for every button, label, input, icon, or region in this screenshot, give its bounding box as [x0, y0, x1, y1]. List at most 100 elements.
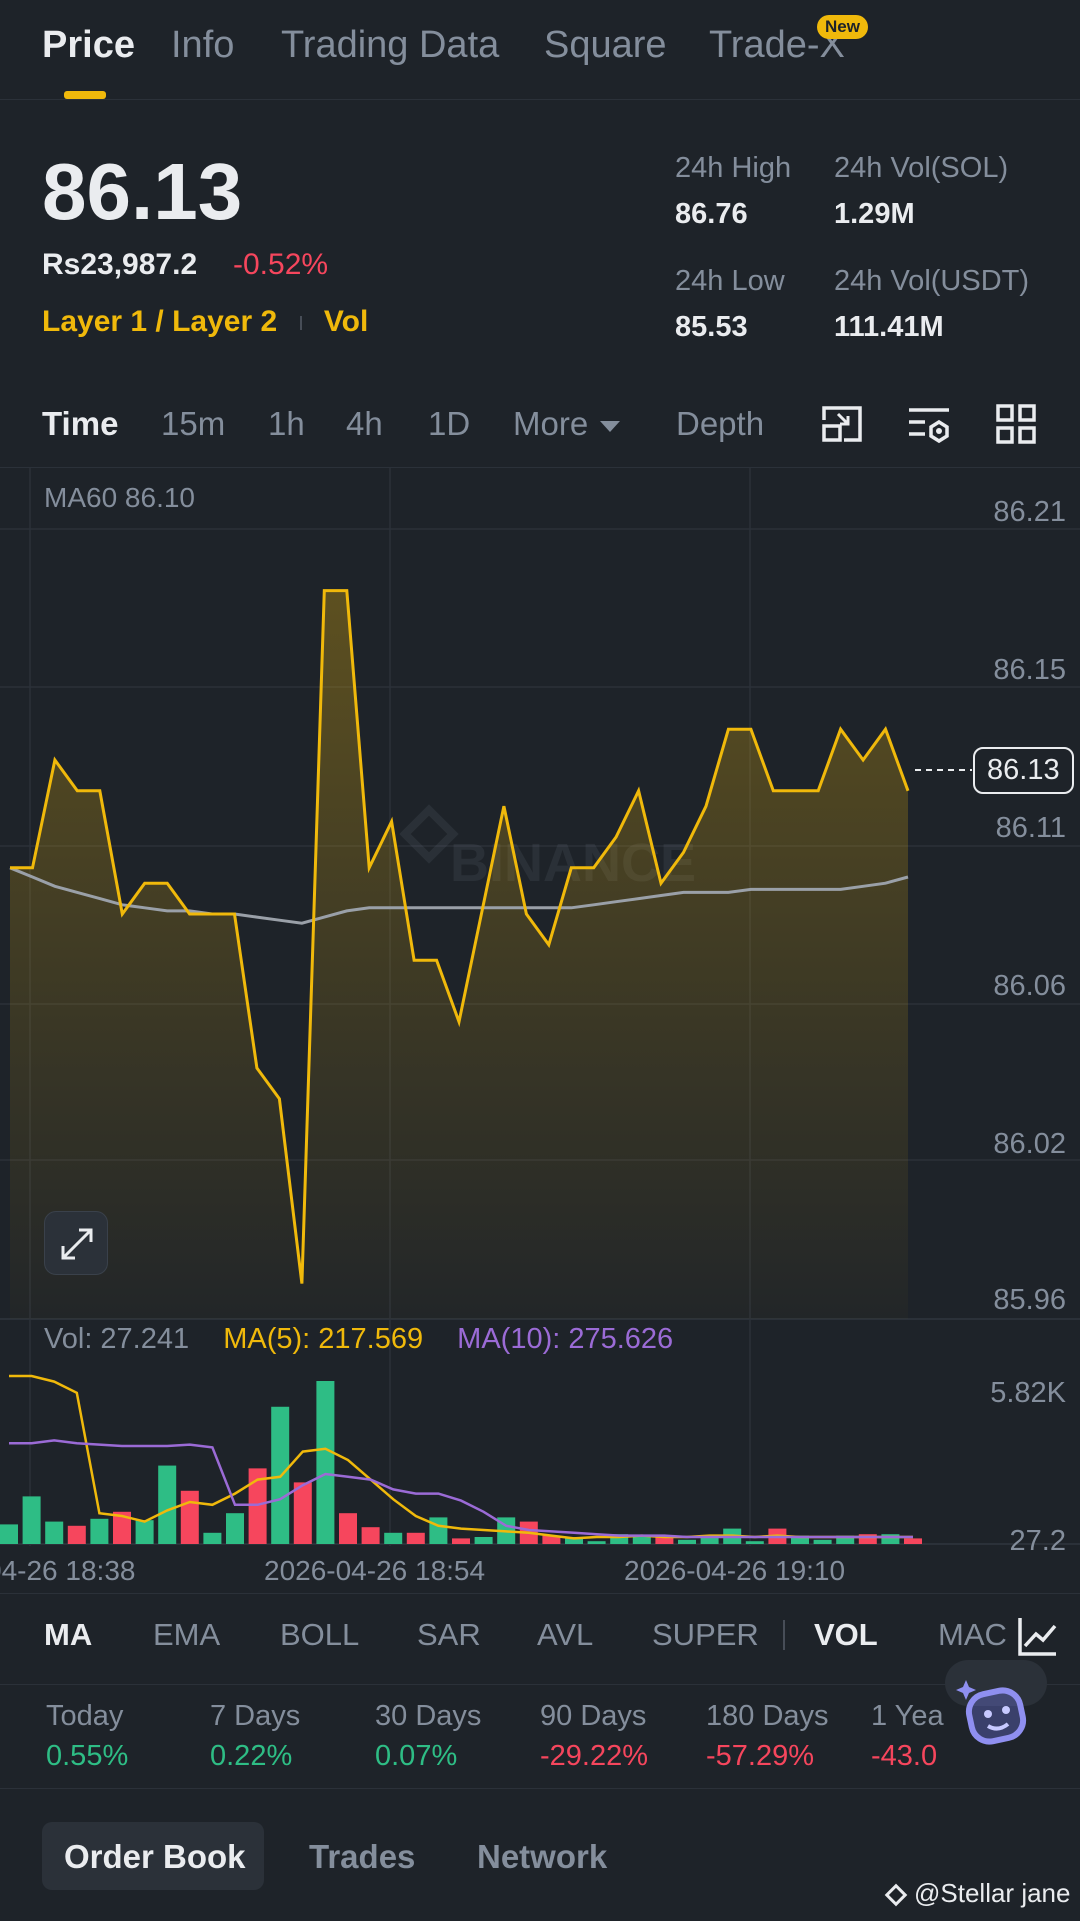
- indicator-ma[interactable]: MA: [44, 1617, 92, 1653]
- interval-1h[interactable]: 1h: [268, 405, 305, 443]
- diamond-logo-icon: [884, 1883, 908, 1907]
- fullscreen-icon[interactable]: [818, 400, 866, 448]
- perf-label: 90 Days: [540, 1700, 647, 1732]
- tab-network[interactable]: Network: [477, 1838, 607, 1876]
- indicator-ema[interactable]: EMA: [153, 1617, 220, 1653]
- indicator-divider: [783, 1620, 785, 1650]
- indicator-settings-icon[interactable]: [1016, 1614, 1060, 1658]
- volume-bar: [474, 1536, 493, 1544]
- tab-order-book[interactable]: Order Book: [64, 1838, 246, 1876]
- interval-time[interactable]: Time: [42, 405, 118, 443]
- volume-bar: [429, 1517, 448, 1544]
- volume-bar: [158, 1465, 177, 1544]
- volume-bar: [587, 1541, 606, 1544]
- top-tab-bar: Price Info Trading Data Square Trade-X N…: [0, 0, 1080, 100]
- perf-label: Today: [46, 1700, 124, 1732]
- perf-value: -29.22%: [540, 1740, 649, 1772]
- volume-bar: [452, 1538, 470, 1544]
- perf-label: 1 Yea: [871, 1700, 944, 1732]
- change-percent: -0.52%: [233, 248, 329, 281]
- chart-canvas[interactable]: BINANCE: [0, 468, 1080, 1594]
- y-tick: 85.96: [993, 1284, 1066, 1316]
- tab-price[interactable]: Price: [42, 24, 135, 67]
- price-chart[interactable]: BINANCE MA60 86.10 86.21 86.15 86.11 86.…: [0, 467, 1080, 1593]
- interval-more[interactable]: More: [513, 405, 621, 443]
- high-value: 86.76: [675, 198, 748, 230]
- current-price-tag: 86.13: [973, 747, 1074, 794]
- volume-bar: [22, 1496, 41, 1544]
- credit-watermark: @Stellar jane: [884, 1878, 1071, 1909]
- new-badge: New: [817, 15, 868, 39]
- tag-layer[interactable]: Layer 1 / Layer 2: [42, 305, 277, 338]
- ai-assistant-icon[interactable]: [954, 1676, 1034, 1750]
- indicator-vol[interactable]: VOL: [814, 1617, 878, 1653]
- tab-trades[interactable]: Trades: [309, 1838, 415, 1876]
- interval-1d[interactable]: 1D: [428, 405, 470, 443]
- volume-bar: [813, 1539, 832, 1544]
- tab-info[interactable]: Info: [171, 24, 234, 67]
- volume-bar: [339, 1513, 357, 1544]
- volume-bar: [904, 1538, 922, 1544]
- tab-trading-data[interactable]: Trading Data: [281, 24, 499, 67]
- volume-bar: [361, 1527, 380, 1544]
- low-value: 85.53: [675, 311, 748, 343]
- volume-bar: [632, 1536, 651, 1544]
- vol-quote-label: 24h Vol(USDT): [834, 265, 1030, 297]
- chart-settings-icon[interactable]: [905, 400, 953, 448]
- volume-bar: [67, 1525, 86, 1544]
- ma5-legend: MA(5): 217.569: [223, 1323, 424, 1355]
- volume-bar: [384, 1532, 403, 1544]
- perf-value: 0.22%: [210, 1740, 293, 1772]
- vol-value-label: Vol: 27.241: [44, 1323, 190, 1355]
- price-area-fill: [10, 590, 908, 1319]
- perf-label: 7 Days: [210, 1700, 301, 1732]
- high-label: 24h High: [675, 152, 792, 184]
- tab-square[interactable]: Square: [544, 24, 667, 67]
- volume-bar: [881, 1534, 900, 1544]
- vol-ma5-line: [9, 1374, 913, 1540]
- volume-bar: [316, 1381, 335, 1544]
- expand-icon: [61, 1228, 93, 1260]
- caret-down-icon: [600, 420, 621, 432]
- volume-bar: [203, 1532, 222, 1544]
- volume-bar: [745, 1541, 764, 1544]
- perf-label: 30 Days: [375, 1700, 482, 1732]
- volume-bar: [678, 1539, 696, 1544]
- indicator-boll[interactable]: BOLL: [280, 1617, 359, 1653]
- low-label: 24h Low: [675, 265, 785, 297]
- volume-bar: [45, 1521, 64, 1544]
- indicator-sar[interactable]: SAR: [417, 1617, 481, 1653]
- credit-text: @Stellar jane: [914, 1878, 1071, 1908]
- perf-value: 0.07%: [375, 1740, 458, 1772]
- indicator-avl[interactable]: AVL: [537, 1617, 593, 1653]
- active-tab-indicator: [64, 91, 106, 99]
- perf-value: -57.29%: [706, 1740, 815, 1772]
- volume-bar: [0, 1524, 18, 1544]
- interval-15m[interactable]: 15m: [161, 405, 225, 443]
- y-tick: 86.15: [993, 654, 1066, 686]
- last-price: 86.13: [42, 147, 243, 236]
- x-tick: 2026-04-26 18:54: [264, 1555, 486, 1586]
- volume-legend: Vol: 27.241 MA(5): 217.569 MA(10): 275.6…: [44, 1323, 673, 1356]
- y-tick: 86.06: [993, 970, 1066, 1002]
- volume-bar: [226, 1513, 244, 1544]
- interval-depth[interactable]: Depth: [676, 405, 764, 443]
- vol-y-tick-top: 5.82K: [990, 1377, 1066, 1409]
- grid-layout-icon[interactable]: [992, 400, 1040, 448]
- volume-bar: [135, 1520, 154, 1544]
- interval-4h[interactable]: 4h: [346, 405, 383, 443]
- volume-bar: [293, 1482, 312, 1544]
- perf-value: 0.55%: [46, 1740, 129, 1772]
- more-label: More: [513, 405, 589, 442]
- volume-bar: [180, 1490, 199, 1544]
- vol-quote-value: 111.41M: [834, 311, 944, 343]
- expand-chart-button[interactable]: [44, 1211, 108, 1275]
- tag-vol[interactable]: Vol: [324, 305, 368, 338]
- vol-base-label: 24h Vol(SOL): [834, 152, 1009, 184]
- y-tick: 86.02: [993, 1128, 1066, 1160]
- category-tags: Layer 1 / Layer 2 Vol: [42, 305, 368, 339]
- vol-y-tick-bottom: 27.2: [1009, 1525, 1066, 1557]
- tag-divider: [299, 316, 302, 331]
- indicator-macd[interactable]: MAC: [938, 1617, 1008, 1653]
- indicator-super[interactable]: SUPER: [652, 1617, 759, 1653]
